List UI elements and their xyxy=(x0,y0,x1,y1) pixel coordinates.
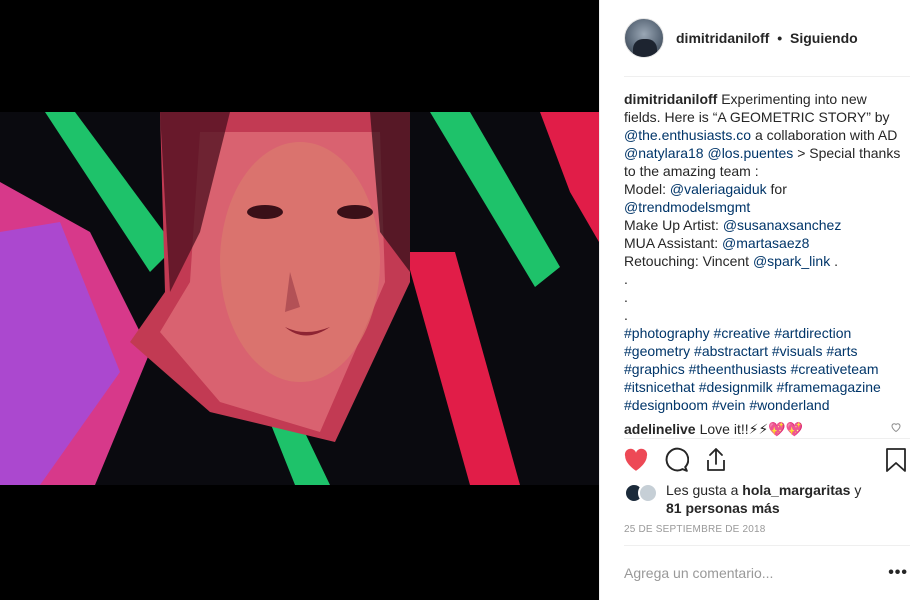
caption-text: Make Up Artist: xyxy=(624,217,723,233)
hashtag-link[interactable]: #creative xyxy=(714,325,771,341)
likes-others[interactable]: 81 personas más xyxy=(666,500,780,516)
likes-prefix: Les gusta a xyxy=(666,482,743,498)
post-header: dimitridaniloff • Siguiendo xyxy=(600,0,918,76)
caption-line: #photography #creative #artdirection #ge… xyxy=(624,324,906,414)
caption-line: dimitridaniloff Experimenting into new f… xyxy=(624,90,906,180)
likes-text: Les gusta a hola_margaritas y 81 persona… xyxy=(666,481,861,517)
caption-line: MUA Assistant: @martasaez8 xyxy=(624,234,906,252)
hashtag-link[interactable]: #photography xyxy=(624,325,710,341)
more-options-icon[interactable]: ••• xyxy=(888,564,908,582)
actions-divider xyxy=(624,438,910,439)
hashtag-link[interactable]: #wonderland xyxy=(749,397,829,413)
mention-link[interactable]: @martasaez8 xyxy=(722,235,809,251)
mention-link[interactable]: @valeriagaiduk xyxy=(670,181,767,197)
comment-divider xyxy=(624,545,910,546)
comment-text: Love it!!⚡⚡💖💖 xyxy=(699,421,804,437)
hashtag-link[interactable]: #creativeteam xyxy=(791,361,879,377)
likes-middle: y xyxy=(850,482,862,498)
follow-status-button[interactable]: Siguiendo xyxy=(790,30,858,46)
hashtag-link[interactable]: #graphics xyxy=(624,361,685,377)
hashtag-link[interactable]: #designboom xyxy=(624,397,708,413)
heart-icon[interactable] xyxy=(622,446,650,474)
comment-username[interactable]: adelinelive xyxy=(624,420,696,438)
post-media xyxy=(0,0,599,600)
hashtag-link[interactable]: #designmilk xyxy=(699,379,773,395)
hashtag-link[interactable]: #abstractart xyxy=(694,343,768,359)
hashtag-link[interactable]: #arts xyxy=(826,343,857,359)
caption-text: a collaboration with AD xyxy=(751,127,898,143)
caption-line: Model: @valeriagaiduk for @trendmodelsmg… xyxy=(624,180,906,216)
post-modal: dimitridaniloff • Siguiendo dimitridanil… xyxy=(0,0,918,600)
mention-link[interactable]: @los.puentes xyxy=(707,145,793,161)
comment-icon[interactable] xyxy=(662,446,690,474)
share-icon[interactable] xyxy=(702,446,730,474)
caption-text: Retouching: Vincent xyxy=(624,253,753,269)
caption-text: . xyxy=(624,271,628,287)
caption-body: dimitridaniloff Experimenting into new f… xyxy=(624,90,906,414)
caption-text: . xyxy=(830,253,838,269)
post-date[interactable]: 25 DE SEPTIEMBRE DE 2018 xyxy=(624,524,766,535)
bookmark-icon[interactable] xyxy=(882,446,910,474)
separator-dot: • xyxy=(777,30,783,46)
caption-line: . xyxy=(624,270,906,288)
caption-text: for xyxy=(766,181,787,197)
mention-link[interactable]: @trendmodelsmgmt xyxy=(624,199,750,215)
hashtag-link[interactable]: #framemagazine xyxy=(777,379,881,395)
caption-text: MUA Assistant: xyxy=(624,235,723,251)
comment-input[interactable] xyxy=(624,565,889,581)
liker-avatars[interactable] xyxy=(624,483,658,517)
hashtag-link[interactable]: #geometry xyxy=(624,343,690,359)
action-bar xyxy=(622,445,910,475)
hashtag-link[interactable]: #visuals xyxy=(772,343,823,359)
header-divider xyxy=(624,76,910,77)
small-heart-icon[interactable] xyxy=(890,420,902,438)
mention-link[interactable]: @natylara18 xyxy=(624,145,704,161)
hashtag-link[interactable]: #vein xyxy=(712,397,745,413)
hashtag-link[interactable]: #artdirection xyxy=(774,325,851,341)
caption-line: Make Up Artist: @susanaxsanchez xyxy=(624,216,906,234)
hashtag-link[interactable]: #itsnicethat xyxy=(624,379,695,395)
caption-text: . xyxy=(624,307,628,323)
likes-user[interactable]: hola_margaritas xyxy=(742,482,850,498)
caption-text: Model: xyxy=(624,181,670,197)
mention-link[interactable]: @susanaxsanchez xyxy=(723,217,842,233)
liker-avatar xyxy=(638,483,658,503)
caption-line: Retouching: Vincent @spark_link . xyxy=(624,252,906,270)
caption-line: . xyxy=(624,306,906,324)
author-username[interactable]: dimitridaniloff xyxy=(676,30,769,46)
author-line: dimitridaniloff • Siguiendo xyxy=(676,30,858,46)
post-panel: dimitridaniloff • Siguiendo dimitridanil… xyxy=(599,0,918,600)
mention-link[interactable]: @the.enthusiasts.co xyxy=(624,127,751,143)
mention-link[interactable]: @spark_link xyxy=(753,253,830,269)
hashtag-link[interactable]: #theenthusiasts xyxy=(689,361,787,377)
caption-text: . xyxy=(624,289,628,305)
author-avatar[interactable] xyxy=(624,18,664,58)
post-photo[interactable] xyxy=(0,112,599,485)
comment-row: adelinelive Love it!!⚡⚡💖💖 xyxy=(624,420,902,438)
caption-line: . xyxy=(624,288,906,306)
post-caption: dimitridaniloff Experimenting into new f… xyxy=(624,90,906,414)
caption-username[interactable]: dimitridaniloff xyxy=(624,91,717,107)
comment-composer: ••• xyxy=(624,560,908,586)
likes-summary: Les gusta a hola_margaritas y 81 persona… xyxy=(624,481,902,517)
